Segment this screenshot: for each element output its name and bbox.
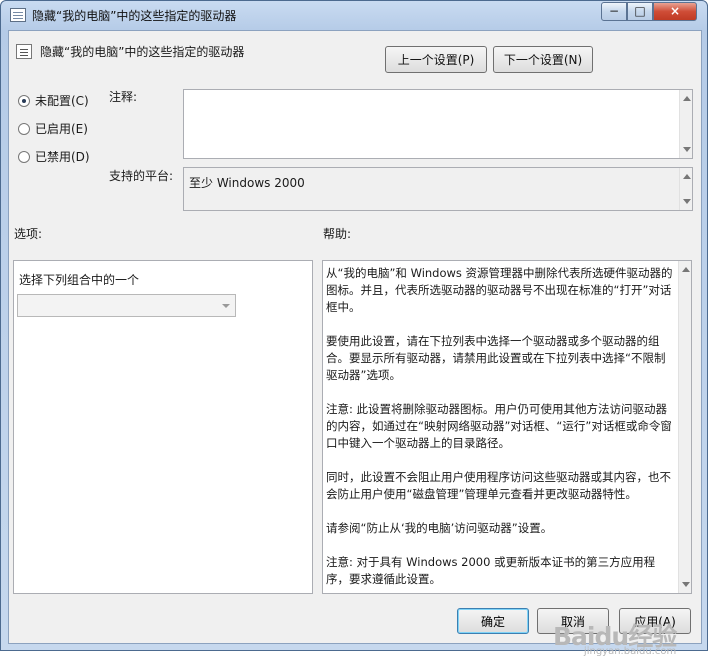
comment-textbox[interactable] [183, 89, 693, 159]
radio-disabled-label: 已禁用(D) [35, 150, 90, 164]
help-paragraph: 请参阅“防止从‘我的电脑’访问驱动器”设置。 [326, 521, 553, 535]
policy-setting-icon [16, 44, 32, 59]
next-setting-button[interactable]: 下一个设置(N) [493, 46, 593, 73]
radio-disabled-indicator[interactable] [18, 151, 30, 163]
minimize-button[interactable]: − [601, 2, 627, 21]
radio-not-configured-indicator[interactable] [18, 95, 30, 107]
platform-scroll-down-arrow-icon[interactable] [683, 199, 691, 204]
options-title: 选项: [14, 227, 43, 241]
radio-not-configured[interactable]: 未配置(C) [18, 92, 89, 109]
comment-scrollbar[interactable] [679, 90, 692, 158]
help-paragraph: 要使用此设置，请在下拉列表中选择一个驱动器或多个驱动器的组合。要显示所有驱动器，… [326, 334, 666, 382]
ok-button[interactable]: 确定 [457, 608, 529, 634]
title-bar[interactable]: 隐藏“我的电脑”中的这些指定的驱动器 − □ × [1, 1, 707, 30]
platform-scrollbar[interactable] [679, 168, 692, 210]
window-title: 隐藏“我的电脑”中的这些指定的驱动器 [32, 9, 237, 23]
baidu-watermark: Baidu经验 jingyan.baidu.com [553, 617, 677, 657]
help-paragraph: 注意: 对于具有 Windows 2000 或更新版本证书的第三方应用程序，要求… [326, 555, 656, 586]
chevron-down-icon[interactable] [222, 304, 230, 308]
scroll-down-arrow-icon[interactable] [683, 147, 691, 152]
scroll-up-arrow-icon[interactable] [683, 96, 691, 101]
radio-disabled[interactable]: 已禁用(D) [18, 148, 90, 165]
radio-enabled[interactable]: 已启用(E) [18, 120, 88, 137]
help-panel: 从“我的电脑”和 Windows 资源管理器中删除代表所选硬件驱动器的图标。并且… [322, 260, 692, 594]
close-button[interactable]: × [653, 2, 697, 21]
help-scroll-down-arrow-icon[interactable] [682, 582, 690, 587]
radio-enabled-label: 已启用(E) [35, 122, 88, 136]
help-scroll-up-arrow-icon[interactable] [682, 267, 690, 272]
options-panel: 选择下列组合中的一个 [13, 260, 313, 594]
help-paragraph: 注意: 此设置将删除驱动器图标。用户仍可使用其他方法访问驱动器的内容，如通过在“… [326, 402, 672, 450]
policy-dialog-window: 隐藏“我的电脑”中的这些指定的驱动器 − □ × 隐藏“我的电脑”中的这些指定的… [0, 0, 708, 657]
drive-combination-label: 选择下列组合中的一个 [19, 273, 140, 287]
help-paragraph: 同时，此设置不会阻止用户使用程序访问这些驱动器或其内容，也不会防止用户使用“磁盘… [326, 470, 671, 501]
drive-combination-dropdown[interactable] [17, 294, 236, 317]
platform-scroll-up-arrow-icon[interactable] [683, 174, 691, 179]
supported-platform-label: 支持的平台: [109, 169, 174, 183]
previous-setting-button[interactable]: 上一个设置(P) [385, 46, 487, 73]
radio-enabled-indicator[interactable] [18, 123, 30, 135]
radio-not-configured-label: 未配置(C) [35, 94, 89, 108]
app-icon [10, 8, 26, 22]
help-title: 帮助: [323, 227, 352, 241]
dialog-content: 隐藏“我的电脑”中的这些指定的驱动器 上一个设置(P) 下一个设置(N) 未配置… [8, 30, 702, 657]
help-scrollbar[interactable] [678, 261, 691, 593]
supported-platform-box: 至少 Windows 2000 [183, 167, 693, 211]
maximize-button[interactable]: □ [627, 2, 653, 21]
supported-platform-value: 至少 Windows 2000 [189, 176, 305, 190]
setting-name: 隐藏“我的电脑”中的这些指定的驱动器 [40, 45, 245, 59]
comment-label: 注释: [109, 90, 138, 104]
help-paragraph: 从“我的电脑”和 Windows 资源管理器中删除代表所选硬件驱动器的图标。并且… [326, 266, 673, 314]
